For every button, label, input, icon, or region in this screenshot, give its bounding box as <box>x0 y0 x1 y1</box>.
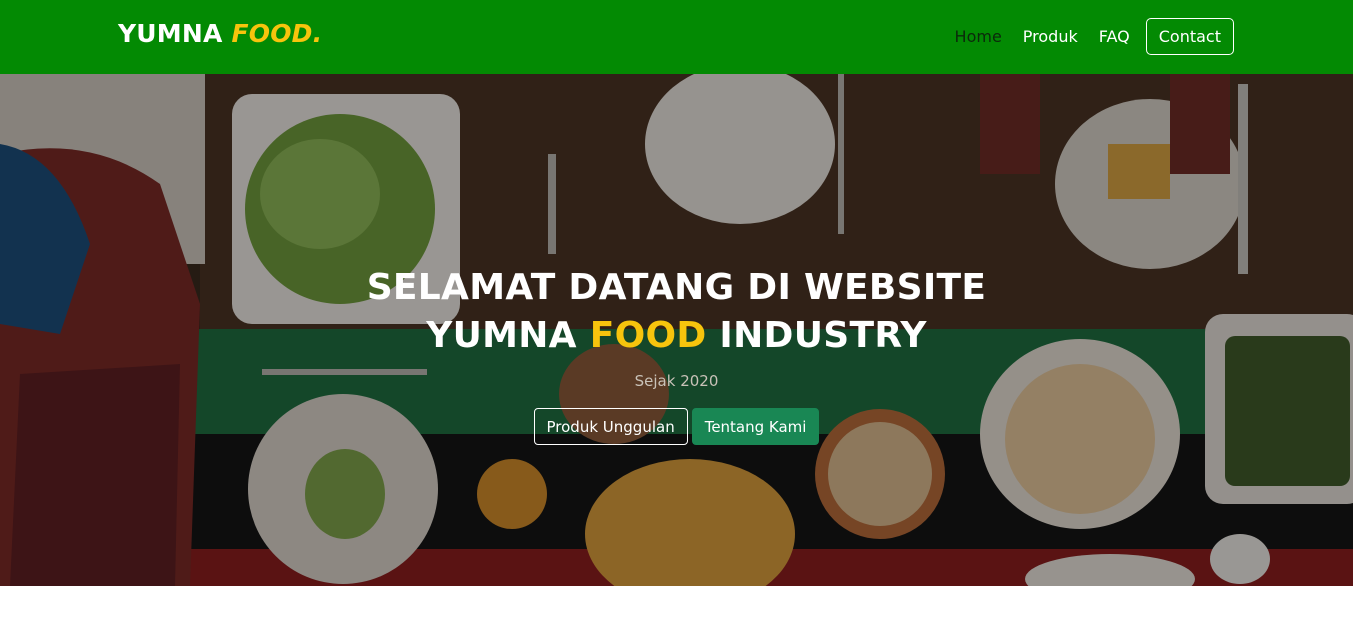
hero-buttons: Produk Unggulan Tentang Kami <box>0 408 1353 445</box>
brand-name-main: YUMNA <box>118 19 223 48</box>
hero-title-line2-post: INDUSTRY <box>719 315 927 356</box>
brand-logo[interactable]: YUMNA FOOD. <box>118 19 322 48</box>
nav-menu: Home Produk FAQ Contact <box>934 17 1234 55</box>
nav-link-home[interactable]: Home <box>955 27 1002 46</box>
hero-subtitle: Sejak 2020 <box>634 372 719 390</box>
hero-content: SELAMAT DATANG DI WEBSITE YUMNA FOOD IND… <box>0 264 1353 445</box>
nav-link-faq[interactable]: FAQ <box>1099 27 1130 46</box>
produk-unggulan-button[interactable]: Produk Unggulan <box>533 408 688 445</box>
nav-link-produk[interactable]: Produk <box>1023 27 1078 46</box>
hero-title-line2-accent: FOOD <box>589 315 707 356</box>
hero-section: SELAMAT DATANG DI WEBSITE YUMNA FOOD IND… <box>0 74 1353 586</box>
hero-title-line2-pre: YUMNA <box>426 315 577 356</box>
contact-button[interactable]: Contact <box>1145 17 1234 55</box>
navbar: YUMNA FOOD. Home Produk FAQ Contact <box>0 0 1353 74</box>
brand-name-accent: FOOD. <box>231 19 323 48</box>
hero-title-line1: SELAMAT DATANG DI WEBSITE <box>366 267 987 308</box>
tentang-kami-button[interactable]: Tentang Kami <box>691 408 820 445</box>
hero-title: SELAMAT DATANG DI WEBSITE YUMNA FOOD IND… <box>0 264 1353 360</box>
